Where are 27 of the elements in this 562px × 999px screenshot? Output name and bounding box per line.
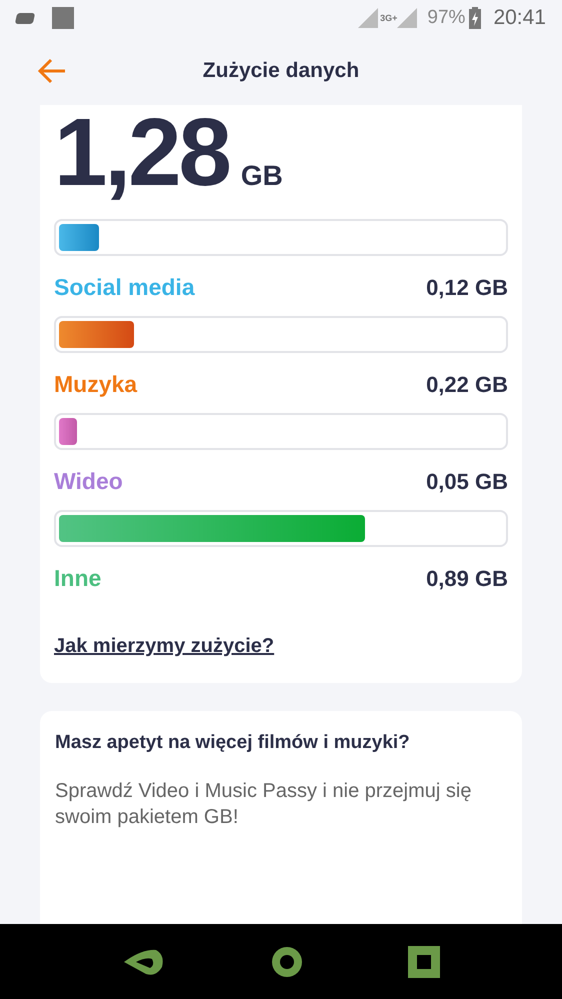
home-nav-button[interactable] bbox=[270, 944, 304, 978]
category-label: Social media bbox=[54, 272, 195, 302]
category-amount: 0,89 GB bbox=[426, 564, 508, 592]
category-amount: 0,22 GB bbox=[426, 370, 508, 398]
battery-charging-icon bbox=[469, 7, 482, 29]
home-nav-icon bbox=[270, 944, 304, 978]
notification-icon bbox=[14, 12, 36, 24]
battery-percent: 97% bbox=[427, 6, 466, 30]
usage-unit: GB bbox=[240, 159, 283, 193]
category-amount: 0,12 GB bbox=[426, 274, 508, 302]
page-title: Zużycie danych bbox=[202, 58, 360, 84]
info-link[interactable]: Jak mierzymy zużycie? bbox=[54, 631, 508, 661]
recents-nav-button[interactable] bbox=[408, 946, 440, 978]
back-arrow-icon bbox=[38, 58, 66, 84]
recents-nav-icon bbox=[408, 946, 440, 978]
category-label: Muzyka bbox=[54, 370, 138, 399]
category-label: Wideo bbox=[54, 466, 123, 496]
total-usage: 1,28 bbox=[54, 105, 229, 201]
app-icon bbox=[52, 7, 74, 29]
signal-icon bbox=[358, 8, 378, 28]
promo-title: Masz apetyt na więcej filmów i muzyki? bbox=[55, 731, 411, 755]
clock: 20:41 bbox=[493, 5, 546, 32]
category-label: Inne bbox=[54, 564, 102, 593]
signal-icon bbox=[397, 8, 418, 28]
promo-text: Sprawdź Video i Music Passy i nie przejmuj się swoim pakietem GB! bbox=[55, 778, 472, 830]
network-label: 3G+ bbox=[380, 14, 398, 22]
category-amount: 0,05 GB bbox=[426, 468, 508, 496]
